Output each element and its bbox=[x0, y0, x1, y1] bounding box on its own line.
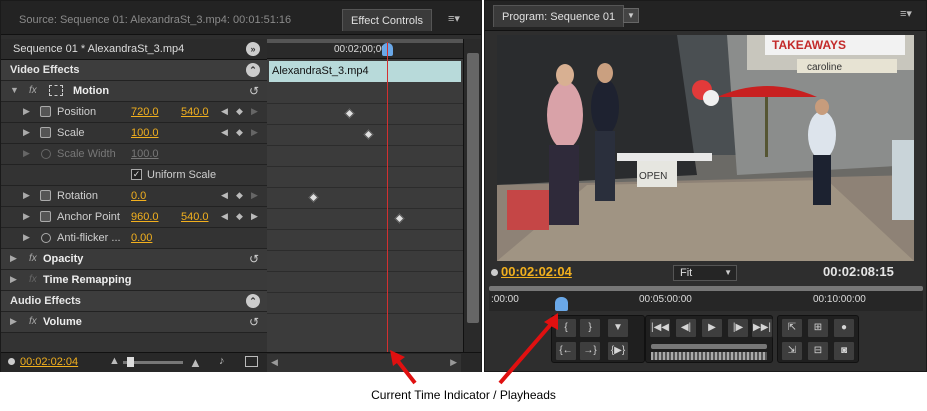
annotation-caption: Current Time Indicator / Playheads bbox=[371, 388, 556, 402]
arrow-to-program-playhead bbox=[498, 321, 554, 385]
annotation-arrows bbox=[390, 313, 558, 385]
arrow-to-effect-cti bbox=[395, 358, 417, 385]
